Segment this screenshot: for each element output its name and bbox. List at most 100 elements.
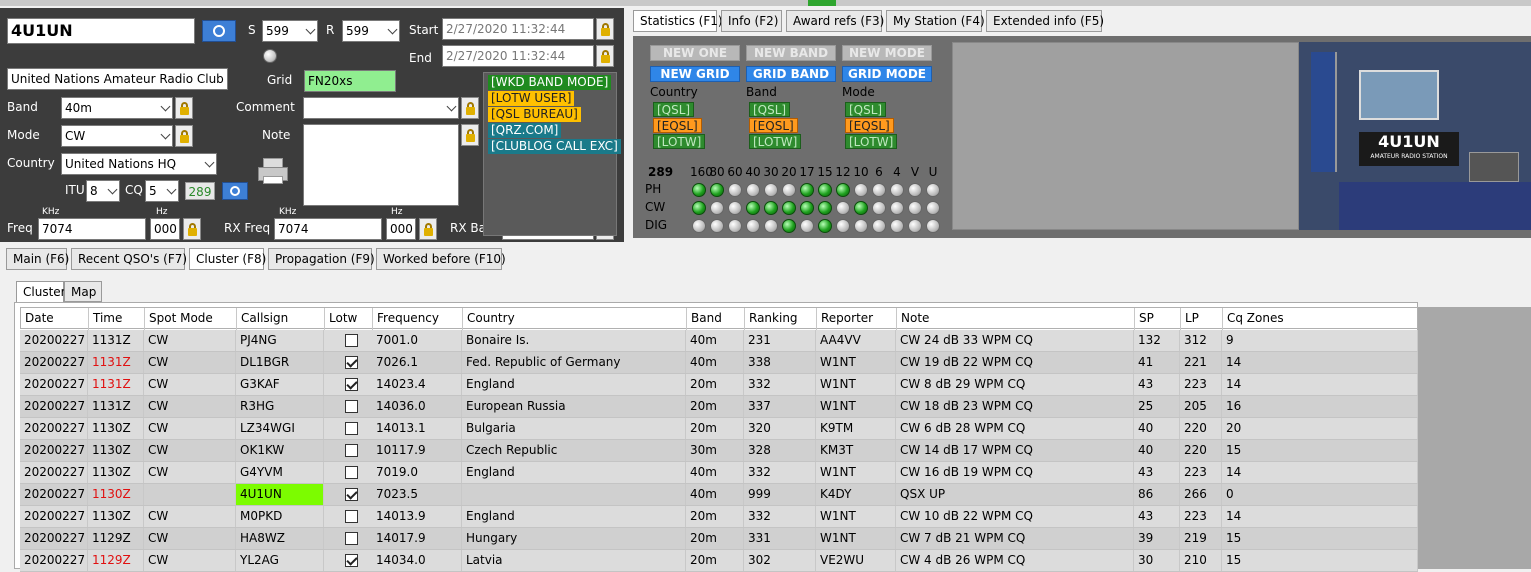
- column-header-4[interactable]: Lotw: [325, 308, 373, 330]
- column-header-10[interactable]: Note: [897, 308, 1135, 330]
- cell-sp: 40: [1134, 440, 1180, 461]
- column-header-2[interactable]: Spot Mode: [145, 308, 237, 330]
- rx-freq-input[interactable]: 7074: [274, 218, 382, 240]
- sub-tab-0[interactable]: Cluster: [16, 281, 66, 302]
- r-rst-select[interactable]: 599: [342, 20, 400, 42]
- rx-freq-hz-input[interactable]: 000: [386, 218, 416, 240]
- comment-lock-button[interactable]: [461, 97, 479, 119]
- callsign-input[interactable]: 4U1UN: [7, 18, 195, 44]
- band-select[interactable]: 40m: [61, 97, 173, 119]
- sub-tab-1[interactable]: Map: [64, 281, 102, 302]
- column-header-9[interactable]: Reporter: [817, 308, 897, 330]
- note-lock-button[interactable]: [461, 124, 479, 146]
- column-header-7[interactable]: Band: [687, 308, 745, 330]
- column-header-12[interactable]: LP: [1181, 308, 1223, 330]
- lotw-checkbox[interactable]: [345, 444, 358, 457]
- right-tab-1[interactable]: Info (F2): [721, 10, 782, 32]
- column-header-0[interactable]: Date: [21, 308, 89, 330]
- new-band-button[interactable]: NEW BAND: [746, 45, 836, 61]
- lotw-checkbox[interactable]: [345, 422, 358, 435]
- start-lock-button[interactable]: [596, 18, 614, 40]
- tag-4[interactable]: [CLUBLOG CALL EXC]: [488, 139, 621, 154]
- table-row[interactable]: 20200227 1129Z CW HA8WZ 14017.9 Hungary 20m 331…: [20, 528, 1418, 550]
- table-row[interactable]: 20200227 1130Z 4U1UN 7023.5 40m 999 K4DY QSX UP…: [20, 484, 1418, 506]
- band-label: Band: [7, 100, 38, 114]
- table-row[interactable]: 20200227 1130Z CW M0PKD 14013.9 England 20m 332…: [20, 506, 1418, 528]
- bottom-tab-2[interactable]: Cluster (F8): [189, 248, 266, 270]
- lotw-checkbox[interactable]: [345, 510, 358, 523]
- column-header-5[interactable]: Frequency: [373, 308, 463, 330]
- column-header-8[interactable]: Ranking: [745, 308, 817, 330]
- grid-input[interactable]: FN20xs: [304, 70, 396, 92]
- end-lock-button[interactable]: [596, 45, 614, 67]
- mode-select[interactable]: CW: [61, 125, 173, 147]
- grid-band-button[interactable]: GRID BAND: [746, 66, 836, 82]
- lotw-checkbox[interactable]: [345, 378, 358, 391]
- un-flag-button[interactable]: [202, 20, 236, 42]
- name-input[interactable]: United Nations Amateur Radio Club: [7, 68, 228, 90]
- new-one-button[interactable]: NEW ONE: [650, 45, 740, 61]
- lotw-checkbox[interactable]: [345, 400, 358, 413]
- mode-eqsl-tag: [EQSL]: [845, 118, 894, 133]
- tag-3[interactable]: [QRZ.COM]: [488, 123, 562, 138]
- bottom-tab-1[interactable]: Recent QSO's (F7): [71, 248, 187, 270]
- end-time-input[interactable]: 2/27/2020 11:32:44: [442, 45, 594, 67]
- cell-cq-zones: 14: [1222, 352, 1418, 373]
- table-row[interactable]: 20200227 1131Z CW PJ4NG 7001.0 Bonaire Is. 40m…: [20, 330, 1418, 352]
- freq-hz-input[interactable]: 000: [150, 218, 180, 240]
- start-time-input[interactable]: 2/27/2020 11:32:44: [442, 18, 594, 40]
- band-lock-button[interactable]: [175, 97, 193, 119]
- lotw-checkbox[interactable]: [345, 334, 358, 347]
- lotw-checkbox[interactable]: [345, 488, 358, 501]
- comment-select[interactable]: [303, 97, 459, 119]
- note-label: Note: [262, 128, 291, 142]
- cq-select[interactable]: 5: [145, 180, 179, 202]
- lotw-checkbox[interactable]: [345, 466, 358, 479]
- cell-reporter: VE2WU: [816, 550, 896, 571]
- freq-lock-button[interactable]: [183, 218, 201, 240]
- column-header-3[interactable]: Callsign: [237, 308, 325, 330]
- printer-icon[interactable]: [258, 158, 288, 184]
- table-row[interactable]: 20200227 1130Z CW G4YVM 7019.0 England 40m 332 W…: [20, 462, 1418, 484]
- tag-2[interactable]: [QSL BUREAU]: [488, 107, 581, 122]
- lotw-checkbox[interactable]: [345, 554, 358, 567]
- grid-mode-button[interactable]: GRID MODE: [842, 66, 932, 82]
- bottom-tab-4[interactable]: Worked before (F10): [376, 248, 506, 270]
- column-header-6[interactable]: Country: [463, 308, 687, 330]
- lotw-checkbox[interactable]: [345, 532, 358, 545]
- lotw-checkbox[interactable]: [345, 356, 358, 369]
- cell-note: CW 16 dB 19 WPM CQ: [896, 462, 1134, 483]
- right-tab-0[interactable]: Statistics (F1): [633, 10, 723, 32]
- tag-0[interactable]: [WKD BAND MODE]: [488, 75, 612, 90]
- tag-1[interactable]: [LOTW USER]: [488, 91, 575, 106]
- new-mode-button[interactable]: NEW MODE: [842, 45, 932, 61]
- note-textarea[interactable]: [303, 124, 459, 206]
- country-select[interactable]: United Nations HQ: [61, 153, 217, 175]
- itu-value: 8: [90, 184, 98, 198]
- new-grid-button[interactable]: NEW GRID: [650, 66, 740, 82]
- table-row[interactable]: 20200227 1131Z CW G3KAF 14023.4 England 20m 332…: [20, 374, 1418, 396]
- right-tab-4[interactable]: Extended info (F5): [986, 10, 1104, 32]
- table-row[interactable]: 20200227 1131Z CW DL1BGR 7026.1 Fed. Republic…: [20, 352, 1418, 374]
- column-header-13[interactable]: Cq Zones: [1223, 308, 1419, 330]
- un-flag-small-button[interactable]: [222, 182, 248, 200]
- table-row[interactable]: 20200227 1131Z CW R3HG 14036.0 European Russi…: [20, 396, 1418, 418]
- freq-input[interactable]: 7074: [38, 218, 146, 240]
- cell-spot-mode: CW: [144, 462, 236, 483]
- column-header-1[interactable]: Time: [89, 308, 145, 330]
- cell-date: 20200227: [20, 462, 88, 483]
- bottom-tab-0[interactable]: Main (F6): [6, 248, 69, 270]
- cell-callsign: M0PKD: [236, 506, 324, 527]
- right-tab-3[interactable]: My Station (F4): [886, 10, 985, 32]
- cell-country: Czech Republic: [462, 440, 686, 461]
- itu-select[interactable]: 8: [86, 180, 120, 202]
- mode-lock-button[interactable]: [175, 125, 193, 147]
- bottom-tab-3[interactable]: Propagation (F9): [268, 248, 375, 270]
- cell-time: 1131Z: [88, 396, 144, 417]
- column-header-11[interactable]: SP: [1135, 308, 1181, 330]
- right-tab-2[interactable]: Award refs (F3): [786, 10, 884, 32]
- rx-freq-lock-button[interactable]: [419, 218, 437, 240]
- s-rst-select[interactable]: 599: [262, 20, 318, 42]
- table-row[interactable]: 20200227 1130Z CW OK1KW 10117.9 Czech Republi…: [20, 440, 1418, 462]
- table-row[interactable]: 20200227 1130Z CW LZ34WGI 14013.1 Bulgaria 20m…: [20, 418, 1418, 440]
